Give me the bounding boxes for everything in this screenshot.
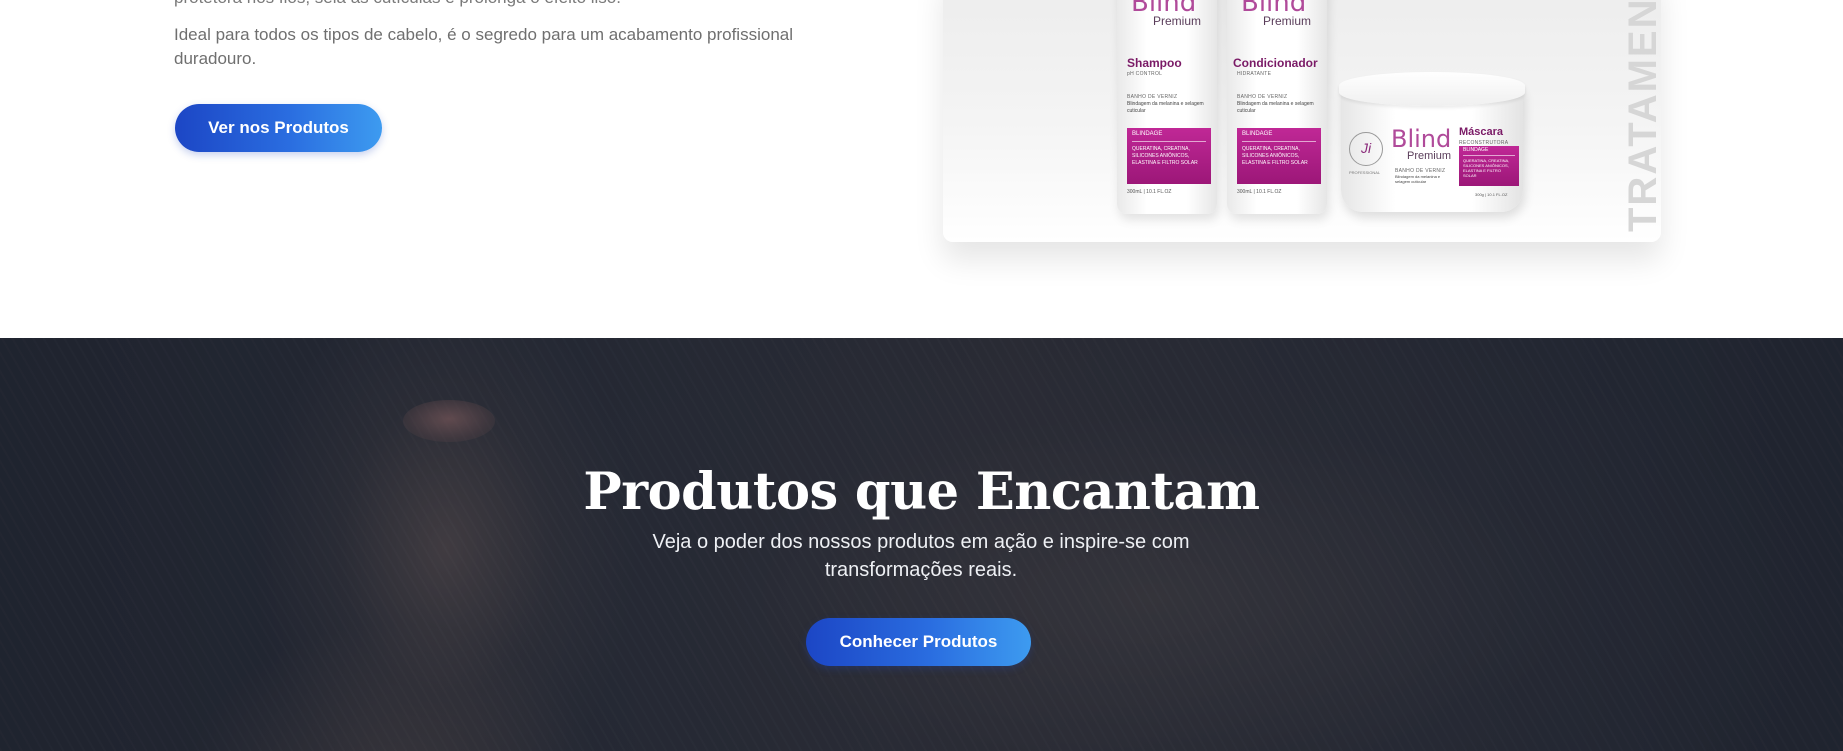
label-ingredients: QUERATINA, CREATINA, SILICONES ANIÔNICOS… xyxy=(1242,146,1308,166)
products-hero-section: Produtos que Encantam Veja o poder dos n… xyxy=(0,338,1843,751)
product-name: Condicionador xyxy=(1233,56,1318,70)
label-ingredients: QUERATINA, CREATINA, SILICONES ANIÔNICOS… xyxy=(1132,146,1198,166)
label-ingredients: QUERATINA, CREATINA, SILICONES ANIÔNICOS… xyxy=(1463,158,1510,178)
product-label: BLINDAGE QUERATINA, CREATINA, SILICONES … xyxy=(1127,128,1211,184)
product-name: Máscara xyxy=(1459,126,1504,138)
vertical-word-tratamento: TRATAMENTO xyxy=(1621,0,1661,232)
brand-sub-label: Premium xyxy=(1407,150,1452,162)
discover-products-button[interactable]: Conhecer Produtos xyxy=(806,618,1031,666)
brand-sub-label: Premium xyxy=(1153,14,1202,28)
label-heading: BLINDAGE xyxy=(1463,148,1515,156)
product-subtitle: HIDRATANTE xyxy=(1237,71,1272,77)
product-intro-section: protetora nos fios, sela as cutículas e … xyxy=(0,0,1843,338)
intro-text-cut-line: protetora nos fios, sela as cutículas e … xyxy=(174,0,894,10)
hero-title: Produtos que Encantam xyxy=(583,462,1260,522)
product-description: Blindagem da melanina e selagem cuticula… xyxy=(1395,174,1441,184)
label-heading: BLINDAGE xyxy=(1242,131,1316,142)
view-products-button[interactable]: Ver nos Produtos xyxy=(175,104,382,152)
product-subtitle: pH CONTROL xyxy=(1127,71,1163,77)
brand-sub-label: Premium xyxy=(1263,14,1312,28)
product-kicker: BANHO DE VERNIZ xyxy=(1237,94,1288,100)
hero-subtitle: Veja o poder dos nossos produtos em ação… xyxy=(652,531,1190,581)
intro-paragraph: Ideal para todos os tipos de cabelo, é o… xyxy=(174,25,794,68)
brand-logo: Blind xyxy=(1391,125,1452,153)
product-volume: 300g | 10.1 FL.OZ xyxy=(1475,192,1508,197)
product-label: BLINDAGE QUERATINA, CREATINA, SILICONES … xyxy=(1459,146,1519,186)
mask-jar: Ji PROFESSIONAL Blind Premium Máscara RE… xyxy=(1339,72,1525,212)
jar-lid xyxy=(1339,72,1525,106)
product-volume: 300mL | 10.1 FL.OZ xyxy=(1127,189,1172,195)
product-kicker: BANHO DE VERNIZ xyxy=(1127,94,1178,100)
conditioner-bottle: Blind Premium Condicionador HIDRATANTE B… xyxy=(1227,0,1327,214)
shampoo-bottle: Blind Premium Shampoo pH CONTROL BANHO D… xyxy=(1117,0,1217,214)
product-description: Blindagem da melanina e selagem cuticula… xyxy=(1237,101,1314,114)
product-label: BLINDAGE QUERATINA, CREATINA, SILICONES … xyxy=(1237,128,1321,184)
product-image: Blind Premium Shampoo pH CONTROL BANHO D… xyxy=(943,0,1661,242)
product-description: Blindagem da melanina e selagem cuticula… xyxy=(1127,101,1204,114)
jar-logo-caption: PROFESSIONAL xyxy=(1349,170,1381,175)
label-heading: BLINDAGE xyxy=(1132,131,1206,142)
product-volume: 300mL | 10.1 FL.OZ xyxy=(1237,189,1282,195)
brand-monogram-icon: Ji xyxy=(1349,132,1383,166)
product-name: Shampoo xyxy=(1127,56,1182,70)
